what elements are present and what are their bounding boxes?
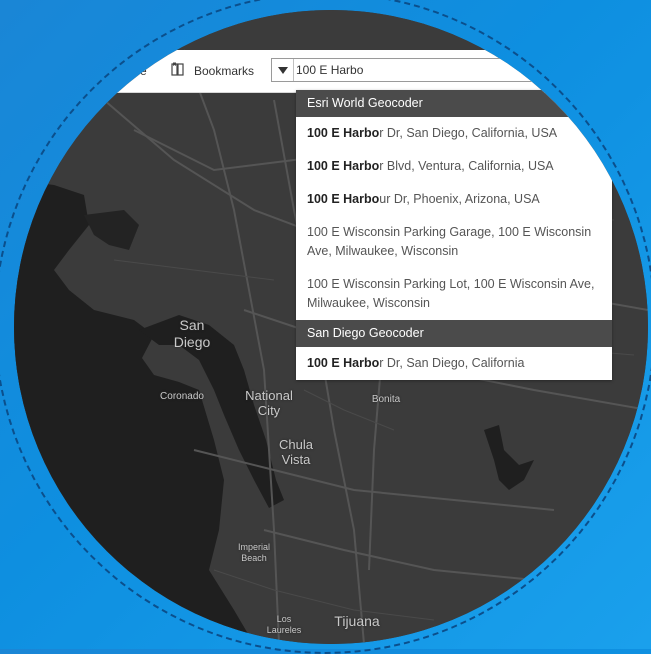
suggestion-item[interactable]: 100 E Harbor Dr, San Diego, California (296, 347, 612, 380)
suggestion-rest-text: r Dr, San Diego, California, USA (379, 126, 558, 140)
suggestion-group-header: San Diego Geocoder (296, 320, 612, 347)
label-bonita: Bonita (371, 394, 401, 405)
search-box (271, 58, 561, 82)
label-tijuana: Tijuana (334, 613, 380, 629)
search-suggestions: Esri World Geocoder 100 E Harbor Dr, San… (296, 90, 612, 380)
label-chula-vista: Chula Vista (279, 437, 313, 467)
suggestion-item[interactable]: 100 E Harbor Dr, San Diego, California, … (296, 117, 612, 150)
suggestion-rest-text: 100 E Wisconsin Parking Lot, 100 E Wisco… (307, 277, 595, 310)
toolbar: re Bookmarks (14, 50, 648, 93)
share-button-label[interactable]: re (136, 64, 147, 78)
suggestion-match-text: 100 E Harbo (307, 126, 380, 140)
bookmarks-icon[interactable] (171, 62, 185, 76)
suggestion-rest-text: r Dr, San Diego, California (379, 356, 525, 370)
label-imperial-beach: Imperial Beach (237, 542, 270, 563)
suggestion-item[interactable]: 100 E Harbor Blvd, Ventura, California, … (296, 150, 612, 183)
suggestion-match-text: 100 E Harbo (307, 356, 380, 370)
suggestion-rest-text: ur Dr, Phoenix, Arizona, USA (379, 192, 540, 206)
suggestion-item[interactable]: 100 E Wisconsin Parking Lot, 100 E Wisco… (296, 268, 612, 320)
suggestion-group-header: Esri World Geocoder (296, 90, 612, 117)
suggestion-group-san-diego: 100 E Harbor Dr, San Diego, California (296, 347, 612, 380)
suggestion-rest-text: r Blvd, Ventura, California, USA (379, 159, 554, 173)
bookmarks-button[interactable]: Bookmarks (194, 64, 254, 78)
suggestion-match-text: 100 E Harbo (307, 159, 380, 173)
suggestion-item[interactable]: 100 E Harbour Dr, Phoenix, Arizona, USA (296, 183, 612, 216)
caret-down-icon (277, 66, 288, 74)
source-dropdown-button[interactable] (272, 59, 294, 81)
map-circle-frame: San Diego Coronado National City Bonita … (14, 10, 648, 644)
suggestion-group-esri: 100 E Harbor Dr, San Diego, California, … (296, 117, 612, 320)
label-san-diego: San Diego (173, 317, 211, 350)
label-national-city: National City (245, 388, 293, 418)
suggestion-rest-text: 100 E Wisconsin Parking Garage, 100 E Wi… (307, 225, 592, 258)
label-los-laureles: Los Laureles (266, 614, 302, 635)
suggestion-item[interactable]: 100 E Wisconsin Parking Garage, 100 E Wi… (296, 216, 612, 268)
search-input[interactable] (296, 61, 536, 79)
suggestion-match-text: 100 E Harbo (307, 192, 380, 206)
label-coronado: Coronado (160, 391, 204, 402)
